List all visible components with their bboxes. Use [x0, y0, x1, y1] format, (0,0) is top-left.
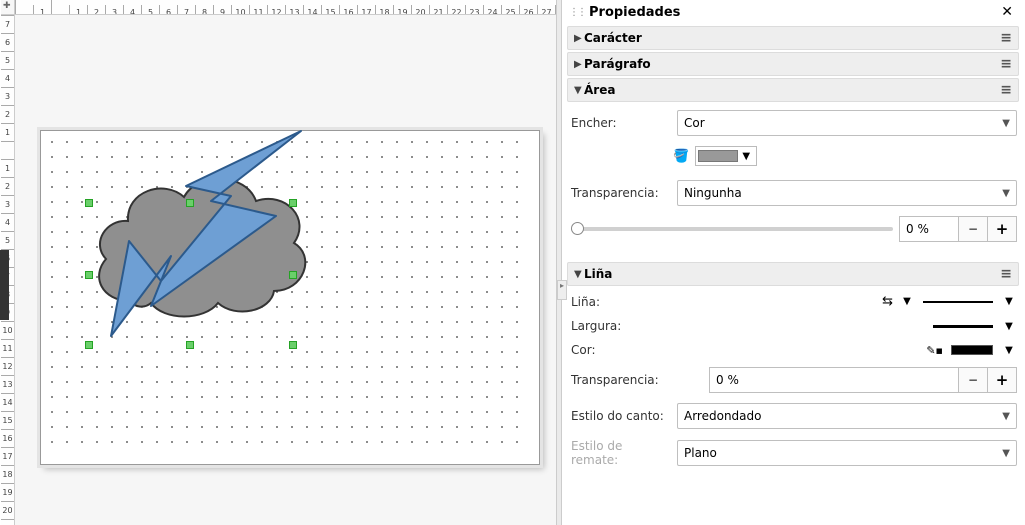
chevron-down-icon[interactable]: ▼: [1001, 296, 1017, 307]
arrow-style-icon[interactable]: ⇆: [882, 294, 891, 309]
selection-handle[interactable]: [85, 341, 93, 349]
section-line[interactable]: ▼ Liña ≡: [567, 262, 1019, 286]
section-character[interactable]: ▶ Carácter ≡: [567, 26, 1019, 50]
selection-handle[interactable]: [289, 199, 297, 207]
chevron-down-icon[interactable]: ▼: [1001, 321, 1017, 332]
corner-style-label: Estilo do canto:: [571, 409, 671, 423]
line-label: Liña:: [571, 295, 671, 309]
chevron-right-icon: ▶: [574, 33, 584, 44]
section-paragraph[interactable]: ▶ Parágrafo ≡: [567, 52, 1019, 76]
cap-style-label: Estilo de remate:: [571, 439, 671, 467]
chevron-down-icon[interactable]: ▼: [899, 296, 915, 307]
chevron-down-icon[interactable]: ▼: [1001, 345, 1017, 356]
close-icon[interactable]: ✕: [997, 4, 1017, 20]
transparency-slider[interactable]: [571, 227, 893, 231]
fill-color-swatch: [698, 150, 738, 162]
section-menu-icon[interactable]: ≡: [1000, 82, 1012, 98]
section-label: Carácter: [584, 31, 1000, 45]
line-color-swatch[interactable]: [951, 345, 993, 355]
selection-handle[interactable]: [289, 271, 297, 279]
section-area[interactable]: ▼ Área ≡: [567, 78, 1019, 102]
transparency-label: Transparencia:: [571, 186, 671, 200]
selection-handle[interactable]: [186, 341, 194, 349]
selection-handle[interactable]: [85, 271, 93, 279]
section-menu-icon[interactable]: ≡: [1000, 266, 1012, 282]
decrement-button[interactable]: −: [958, 216, 988, 242]
corner-style-combo[interactable]: Arredondado ▼: [677, 403, 1017, 429]
pen-icon: ✎▪: [926, 344, 943, 357]
cap-style-combo[interactable]: Plano ▼: [677, 440, 1017, 466]
increment-button[interactable]: +: [987, 216, 1017, 242]
splitter[interactable]: [556, 0, 562, 525]
horizontal-ruler: 1123456789101112131415161718192021222324…: [15, 0, 560, 15]
fill-color-selector[interactable]: ▼: [695, 146, 757, 166]
line-color-label: Cor:: [571, 343, 671, 357]
transparency-mode-value: Ningunha: [684, 186, 742, 200]
chevron-down-icon: ▼: [1002, 118, 1010, 129]
chevron-down-icon: ▼: [574, 85, 584, 96]
decrement-button[interactable]: −: [958, 367, 988, 393]
section-label: Liña: [584, 267, 1000, 281]
section-label: Parágrafo: [584, 57, 1000, 71]
chevron-down-icon: ▼: [574, 269, 584, 280]
line-section-body: Liña: ⇆ ▼ ▼ Largura: ▼ Cor: ✎▪ ▼ Tr: [567, 288, 1019, 487]
increment-button[interactable]: +: [987, 367, 1017, 393]
cap-style-value: Plano: [684, 446, 717, 460]
drag-grip-icon[interactable]: ⋮⋮: [569, 7, 585, 18]
chevron-down-icon: ▼: [1002, 188, 1010, 199]
line-transparency-label: Transparencia:: [571, 373, 671, 387]
fill-bucket-icon: 🪣: [673, 149, 689, 164]
transparency-value[interactable]: 0 %: [899, 216, 959, 242]
selection-handle[interactable]: [85, 199, 93, 207]
selection-handle[interactable]: [289, 341, 297, 349]
fill-type-value: Cor: [684, 116, 705, 130]
section-label: Área: [584, 83, 1000, 97]
lightning-arrow-shape[interactable]: [91, 121, 321, 381]
panel-title: Propiedades: [589, 5, 997, 20]
chevron-right-icon: ▶: [574, 59, 584, 70]
selection-handle[interactable]: [186, 199, 194, 207]
chevron-down-icon: ▼: [1002, 411, 1010, 422]
corner-style-value: Arredondado: [684, 409, 761, 423]
slider-thumb[interactable]: [571, 222, 584, 235]
chevron-down-icon: ▼: [1002, 448, 1010, 459]
chevron-down-icon: ▼: [738, 151, 754, 162]
section-menu-icon[interactable]: ≡: [1000, 30, 1012, 46]
transparency-mode-combo[interactable]: Ningunha ▼: [677, 180, 1017, 206]
drawing-canvas[interactable]: [15, 15, 560, 525]
fill-label: Encher:: [571, 116, 671, 130]
section-menu-icon[interactable]: ≡: [1000, 56, 1012, 72]
panel-header: ⋮⋮ Propiedades ✕: [567, 0, 1019, 26]
area-section-body: Encher: Cor ▼ 🪣 ▼ Transparencia: Ningunh…: [567, 104, 1019, 262]
fill-type-combo[interactable]: Cor ▼: [677, 110, 1017, 136]
panel-tab[interactable]: [0, 250, 9, 320]
drawing-page: [40, 130, 540, 465]
width-label: Largura:: [571, 319, 671, 333]
ruler-corner: [1, 0, 15, 15]
line-width-preview[interactable]: [933, 325, 993, 328]
line-transparency-value[interactable]: 0 %: [709, 367, 959, 393]
sidebar-expand-grip[interactable]: [557, 280, 567, 300]
line-style-preview[interactable]: [923, 301, 993, 303]
